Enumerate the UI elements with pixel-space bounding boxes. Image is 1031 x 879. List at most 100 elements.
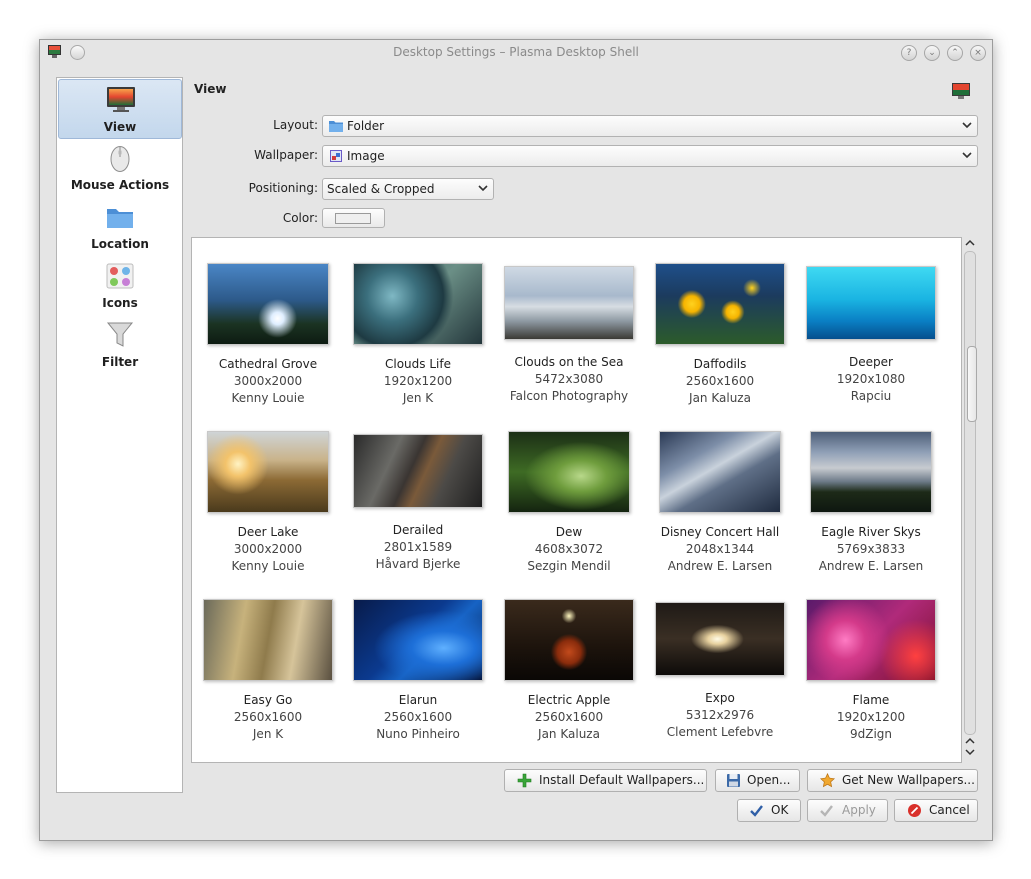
icons-icon [106, 263, 134, 289]
monitor-icon [107, 87, 135, 112]
wallpaper-tile[interactable]: Dew 4608x3072 Sezgin Mendil [494, 431, 644, 591]
wallpaper-thumbnail [655, 263, 785, 345]
page-title: View [194, 82, 227, 96]
monitor-icon [952, 83, 970, 99]
wallpaper-thumbnail [203, 599, 333, 681]
button-label: Apply [842, 803, 876, 817]
scroll-down-icon[interactable] [963, 746, 977, 758]
wallpaper-tile[interactable]: Clouds on the Sea 5472x3080 Falcon Photo… [494, 263, 644, 423]
wallpaper-scrollbar[interactable] [963, 237, 977, 761]
wallpaper-thumbnail [207, 431, 329, 513]
wallpaper-tile[interactable]: Flame 1920x1200 9dZign [796, 599, 946, 759]
wallpaper-thumbnail [353, 263, 483, 345]
ok-button[interactable]: OK [737, 799, 801, 822]
wallpaper-tile[interactable]: Eagle River Skys 5769x3833 Andrew E. Lar… [796, 431, 946, 591]
sidebar-item-mouse-actions[interactable]: Mouse Actions [58, 138, 182, 196]
scrollbar-track[interactable] [964, 251, 977, 735]
wallpaper-author: Clement Lefebvre [666, 725, 774, 739]
button-label: OK [771, 803, 789, 817]
sidebar-item-label: Filter [101, 355, 139, 369]
layout-label: Layout: [273, 118, 318, 132]
wallpaper-tile[interactable]: Daffodils 2560x1600 Jan Kaluza [645, 263, 795, 423]
chevron-down-icon [962, 152, 972, 159]
wallpaper-tile[interactable]: Expo 5312x2976 Clement Lefebvre [645, 599, 795, 759]
wallpaper-author: Nuno Pinheiro [376, 727, 460, 741]
layout-value: Folder [347, 119, 385, 133]
scroll-up-icon[interactable] [963, 237, 977, 249]
wallpaper-resolution: 1920x1200 [383, 374, 453, 388]
wallpaper-resolution: 2560x1600 [233, 710, 303, 724]
floppy-icon [727, 774, 740, 787]
sidebar-item-icons[interactable]: Icons [58, 256, 182, 314]
wallpaper-resolution: 2560x1600 [534, 710, 604, 724]
open-button[interactable]: Open... [715, 769, 800, 792]
wallpaper-tile[interactable]: Clouds Life 1920x1200 Jen K [343, 263, 493, 423]
sidebar-item-label: Mouse Actions [70, 178, 170, 192]
wallpaper-author: Andrew E. Larsen [667, 559, 773, 573]
wallpaper-author: Rapciu [850, 389, 892, 403]
scrollbar-handle[interactable] [967, 346, 977, 422]
wallpaper-thumbnail [655, 602, 785, 676]
sidebar-item-label: Location [91, 237, 149, 251]
mouse-icon [110, 146, 130, 172]
layout-select[interactable]: Folder [322, 115, 978, 137]
wallpaper-tile[interactable]: Easy Go 2560x1600 Jen K [193, 599, 343, 759]
positioning-select[interactable]: Scaled & Cropped [322, 178, 494, 200]
wallpaper-tile[interactable]: Deer Lake 3000x2000 Kenny Louie [193, 431, 343, 591]
wallpaper-resolution: 1920x1200 [836, 710, 906, 724]
wallpaper-tile[interactable]: Disney Concert Hall 2048x1344 Andrew E. … [645, 431, 795, 591]
desktop-settings-window: Desktop Settings – Plasma Desktop Shell … [39, 39, 993, 841]
help-button[interactable]: ? [901, 45, 917, 61]
wallpaper-name: Clouds Life [385, 357, 451, 371]
install-default-wallpapers-button[interactable]: Install Default Wallpapers... [504, 769, 707, 792]
button-label: Open... [747, 773, 791, 787]
title-bar[interactable]: Desktop Settings – Plasma Desktop Shell … [40, 40, 992, 64]
color-picker-button[interactable] [322, 208, 385, 228]
wallpaper-tile[interactable]: Derailed 2801x1589 Håvard Bjerke [343, 431, 493, 591]
maximize-button[interactable]: ⌃ [947, 45, 963, 61]
button-label: Get New Wallpapers... [842, 773, 975, 787]
wallpaper-name: Disney Concert Hall [660, 525, 780, 539]
star-icon [820, 773, 835, 788]
funnel-icon [106, 322, 134, 347]
wallpaper-name: Derailed [392, 523, 444, 537]
wallpaper-name: Expo [705, 691, 735, 705]
wallpaper-tile[interactable]: Deeper 1920x1080 Rapciu [796, 263, 946, 423]
wallpaper-author: Jen K [402, 391, 434, 405]
wallpaper-tile[interactable]: Electric Apple 2560x1600 Jan Kaluza [494, 599, 644, 759]
chevron-down-icon [962, 122, 972, 129]
wallpaper-thumbnail [659, 431, 781, 513]
cancel-button[interactable]: Cancel [894, 799, 978, 822]
sidebar-item-location[interactable]: Location [58, 197, 182, 255]
wallpaper-name: Flame [852, 693, 890, 707]
wallpaper-tile[interactable]: Elarun 2560x1600 Nuno Pinheiro [343, 599, 493, 759]
wallpaper-author: Jen K [252, 727, 284, 741]
wallpaper-name: Electric Apple [527, 693, 611, 707]
wallpaper-value: Image [347, 149, 385, 163]
minimize-button[interactable]: ⌄ [924, 45, 940, 61]
wallpaper-thumbnail [504, 599, 634, 681]
wallpaper-thumbnail [806, 266, 936, 340]
get-new-wallpapers-button[interactable]: Get New Wallpapers... [807, 769, 978, 792]
wallpaper-resolution: 2560x1600 [383, 710, 453, 724]
wallpaper-author: Kenny Louie [231, 391, 305, 405]
wallpaper-thumbnail [810, 431, 932, 513]
wallpaper-author: Sezgin Mendil [527, 559, 611, 573]
wallpaper-resolution: 2560x1600 [685, 374, 755, 388]
wallpaper-resolution: 5472x3080 [534, 372, 604, 386]
wallpaper-grid[interactable]: Cathedral Grove 3000x2000 Kenny Louie Cl… [191, 237, 962, 763]
sidebar-item-filter[interactable]: Filter [58, 315, 182, 373]
wallpaper-author: Håvard Bjerke [375, 557, 461, 571]
wallpaper-select[interactable]: Image [322, 145, 978, 167]
wallpaper-author: Jan Kaluza [689, 391, 751, 405]
sidebar-item-view[interactable]: View [58, 79, 182, 139]
apply-button[interactable]: Apply [807, 799, 888, 822]
wallpaper-name: Eagle River Skys [821, 525, 921, 539]
wallpaper-resolution: 5769x3833 [836, 542, 906, 556]
close-button[interactable]: × [970, 45, 986, 61]
wallpaper-thumbnail [504, 266, 634, 340]
wallpaper-tile[interactable]: Cathedral Grove 3000x2000 Kenny Louie [193, 263, 343, 423]
color-swatch [335, 213, 371, 224]
wallpaper-resolution: 2801x1589 [383, 540, 453, 554]
wallpaper-author: Andrew E. Larsen [818, 559, 924, 573]
